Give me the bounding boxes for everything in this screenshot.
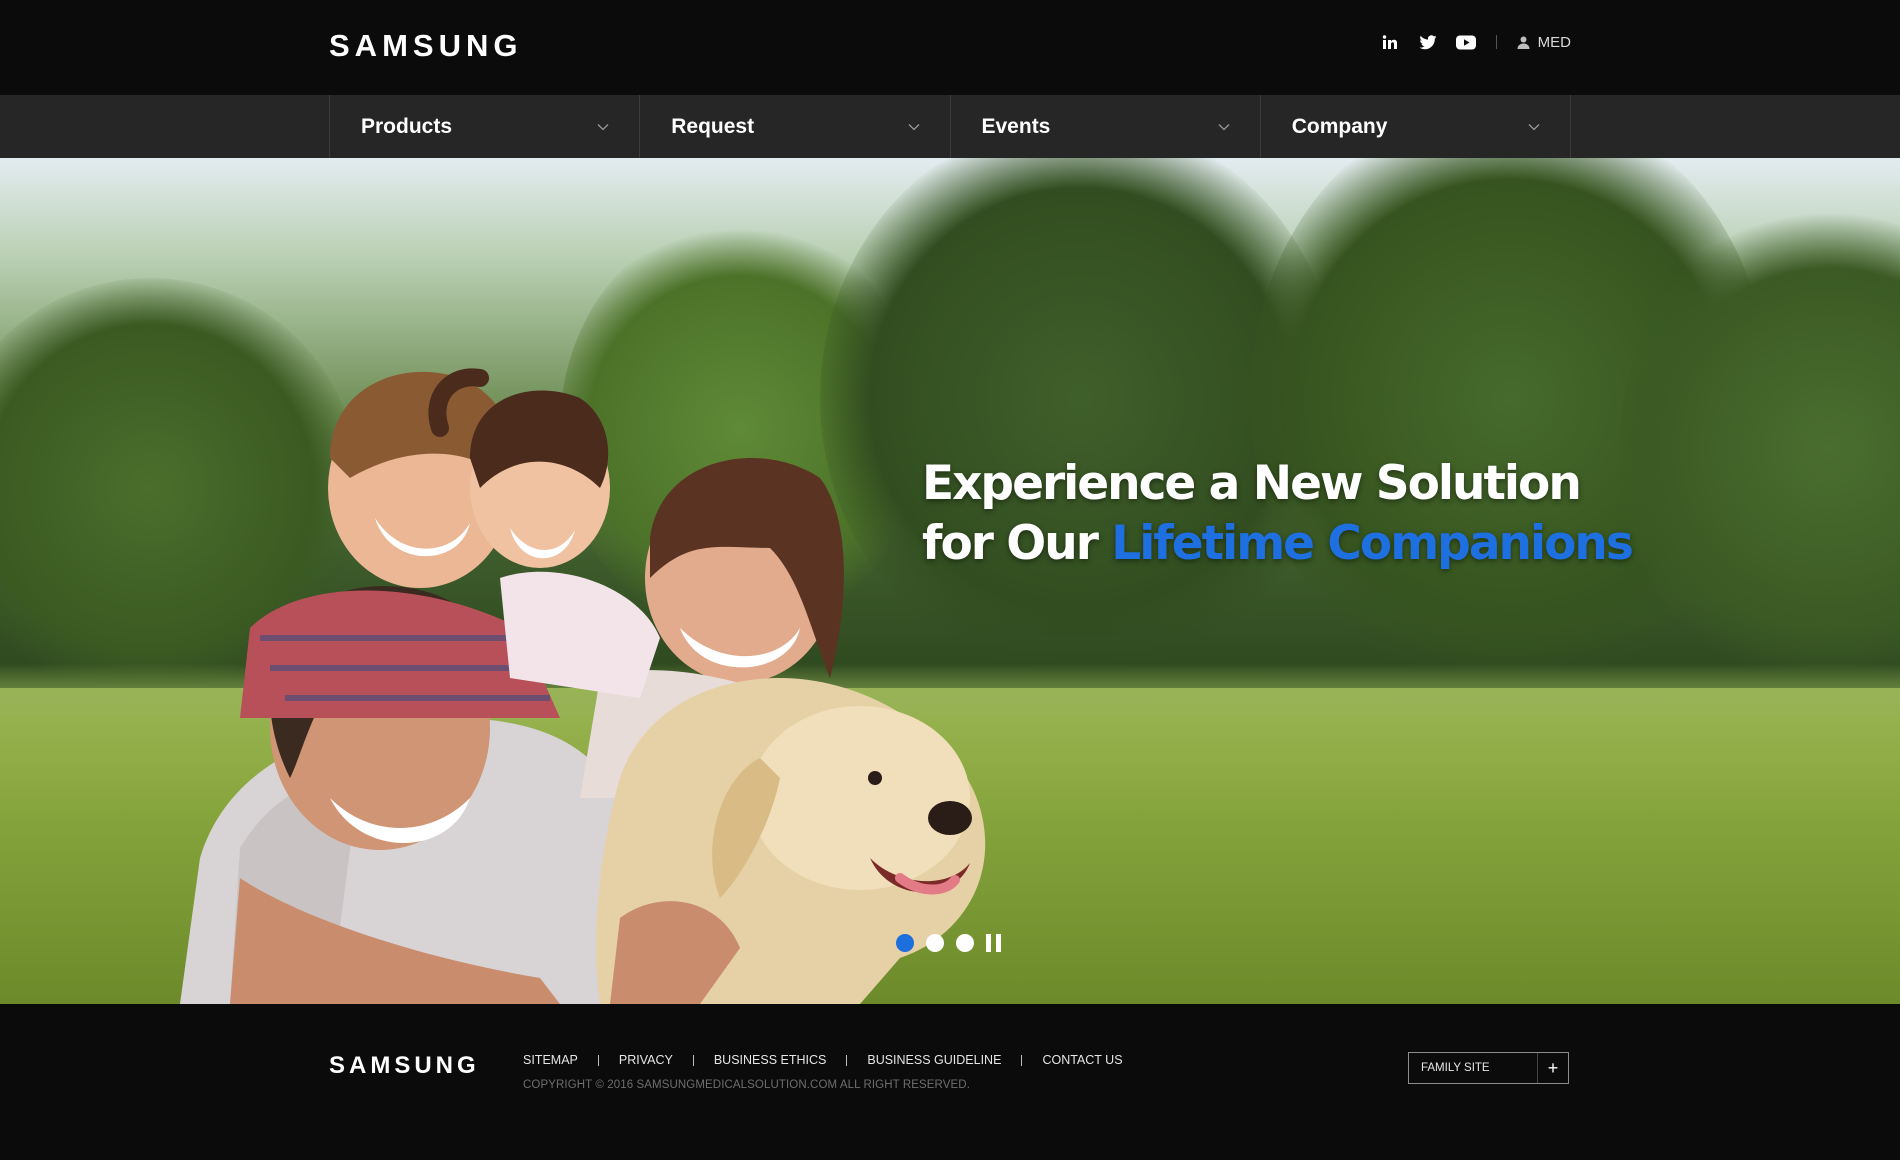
nav-item-company[interactable]: Company — [1261, 95, 1571, 158]
slider-controls — [896, 934, 1002, 952]
nav-item-request[interactable]: Request — [640, 95, 951, 158]
slide-dot-3[interactable] — [956, 934, 974, 952]
copyright-text: COPYRIGHT © 2016 SAMSUNGMEDICALSOLUTION.… — [523, 1079, 970, 1091]
footer-divider — [846, 1054, 848, 1066]
utility-bar: MED — [1380, 28, 1571, 56]
footer-link-sitemap[interactable]: SITEMAP — [523, 1053, 578, 1067]
main-nav: Products Request Events Company — [0, 95, 1900, 158]
nav-label: Products — [361, 114, 453, 138]
footer-link-contact-us[interactable]: CONTACT US — [1042, 1053, 1122, 1067]
chevron-down-icon — [908, 123, 919, 130]
headline-prefix: for Our — [922, 516, 1112, 571]
footer-divider — [597, 1054, 599, 1066]
chevron-down-icon — [1528, 123, 1540, 130]
user-menu[interactable]: MED — [1517, 34, 1571, 51]
family-with-dog-photo — [180, 368, 986, 1004]
footer-logo[interactable]: SAMSUNG — [329, 1052, 480, 1080]
footer-divider — [1021, 1054, 1023, 1066]
nav-label: Events — [981, 114, 1051, 138]
family-site-label: FAMILY SITE — [1421, 1062, 1490, 1074]
utility-divider — [1495, 35, 1497, 49]
linkedin-icon[interactable] — [1380, 32, 1400, 52]
headline-line-2: for Our Lifetime Companions — [922, 514, 1634, 574]
footer-divider — [692, 1054, 694, 1066]
hero-headline: Experience a New Solution for Our Lifeti… — [922, 454, 1634, 574]
chevron-down-icon — [597, 123, 609, 130]
slide-dot-2[interactable] — [926, 934, 944, 952]
plus-icon[interactable]: + — [1537, 1053, 1568, 1083]
footer-links: SITEMAP PRIVACY BUSINESS ETHICS BUSINESS… — [523, 1053, 1123, 1067]
hero-banner: Experience a New Solution for Our Lifeti… — [0, 158, 1900, 1004]
top-header: SAMSUNG MED — [0, 0, 1900, 95]
nav-item-products[interactable]: Products — [330, 95, 641, 158]
family-site-select[interactable]: FAMILY SITE + — [1408, 1052, 1569, 1084]
chevron-down-icon — [1218, 123, 1230, 130]
headline-line-1: Experience a New Solution — [922, 456, 1582, 511]
site-footer: SAMSUNG SITEMAP PRIVACY BUSINESS ETHICS … — [0, 1004, 1900, 1160]
samsung-logo[interactable]: SAMSUNG — [329, 30, 522, 61]
headline-accent: Lifetime Companions — [1111, 516, 1634, 571]
footer-link-business-ethics[interactable]: BUSINESS ETHICS — [714, 1053, 827, 1067]
twitter-icon[interactable] — [1418, 32, 1438, 52]
footer-link-privacy[interactable]: PRIVACY — [619, 1053, 673, 1067]
nav-label: Request — [671, 114, 755, 138]
user-icon — [1517, 36, 1530, 49]
youtube-icon[interactable] — [1455, 32, 1476, 52]
footer-link-business-guideline[interactable]: BUSINESS GUIDELINE — [867, 1053, 1001, 1067]
nav-label: Company — [1291, 114, 1388, 138]
pause-icon[interactable] — [986, 934, 1002, 952]
nav-item-events[interactable]: Events — [951, 95, 1261, 158]
user-label: MED — [1537, 33, 1571, 51]
slide-dot-1[interactable] — [896, 934, 914, 952]
